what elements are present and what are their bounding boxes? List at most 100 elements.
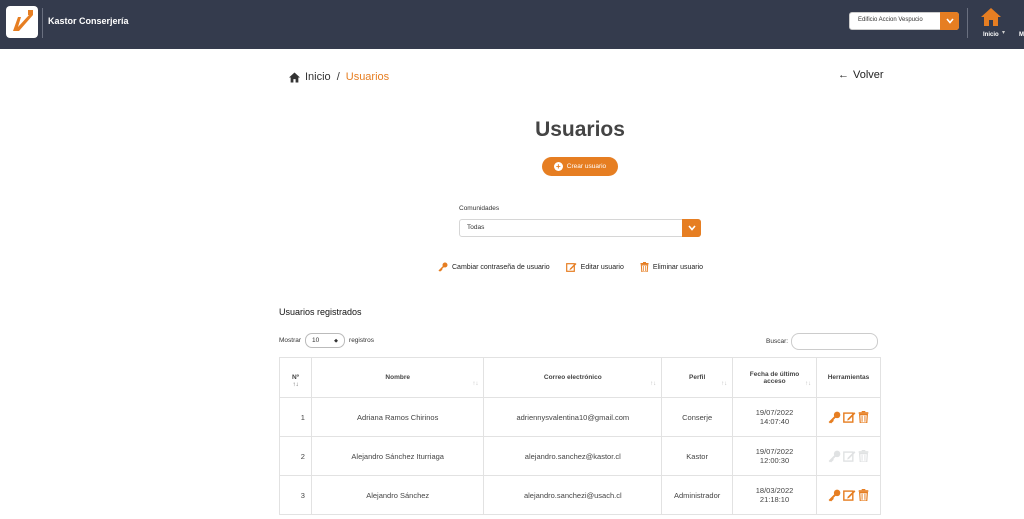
- col-header-last-access[interactable]: Fecha de último acceso ↑↓: [732, 357, 817, 398]
- cell-time: 21:18:10: [759, 495, 790, 504]
- page-length-control: Mostrar 10 ◆ registros: [279, 333, 374, 348]
- page-length-prefix: Mostrar: [279, 337, 302, 344]
- cell-tools: [815, 397, 882, 437]
- legend-change-password-label: Cambiar contraseña de usuario: [452, 263, 550, 271]
- top-navbar: Kastor Conserjería Edificio Accion Vespu…: [0, 0, 1024, 49]
- breadcrumb-current: Usuarios: [345, 71, 390, 83]
- trash-icon[interactable]: [858, 450, 869, 462]
- search-control: Buscar:: [766, 333, 879, 350]
- table-header-row: Nº ↑↓ Nombre ↑↓ Correo electrónico ↑↓ Perfi…: [279, 357, 882, 398]
- trash-icon: [640, 262, 649, 272]
- breadcrumb-home[interactable]: Inicio: [305, 71, 331, 83]
- key-icon: [438, 262, 448, 272]
- plus-circle-icon: +: [553, 162, 563, 171]
- brand-name: Kastor Conserjería: [48, 16, 129, 26]
- cell-number: 3: [279, 475, 312, 515]
- sort-icon: ↑↓: [472, 381, 479, 387]
- nav-home-label: Inicio: [983, 32, 999, 38]
- legend-delete-label: Eliminar usuario: [652, 263, 704, 271]
- tools-legend: Cambiar contraseña de usuario Editar usu…: [438, 262, 703, 272]
- legend-edit-label: Editar usuario: [580, 263, 624, 271]
- updown-icon: ◆: [334, 337, 339, 344]
- chevron-down-icon: [687, 225, 696, 231]
- cell-time: 14:07:40: [759, 417, 790, 426]
- cell-last-access: 19/07/2022 14:07:40: [732, 397, 817, 437]
- back-link[interactable]: ← Volver: [838, 69, 884, 81]
- nav-next-label[interactable]: M: [1019, 32, 1024, 38]
- cell-name: Alejandro Sánchez Iturriaga: [310, 436, 485, 476]
- communities-select-toggle[interactable]: [682, 219, 701, 237]
- trash-icon[interactable]: [858, 411, 869, 423]
- cell-profile: Kastor: [661, 436, 734, 476]
- col-header-tools: Herramientas: [815, 357, 882, 398]
- sort-icon: ↑↓: [721, 381, 728, 387]
- section-title: Usuarios registrados: [279, 307, 362, 317]
- page-length-suffix: registros: [349, 337, 374, 344]
- breadcrumb-separator: /: [336, 71, 340, 83]
- col-header-name[interactable]: Nombre ↑↓: [310, 357, 485, 398]
- breadcrumb: Inicio / Usuarios: [288, 71, 389, 83]
- page-length-value: 10: [312, 337, 320, 344]
- arrow-left-icon: ←: [838, 69, 849, 81]
- cell-name: Alejandro Sánchez: [310, 475, 485, 515]
- communities-label: Comunidades: [459, 205, 500, 212]
- cell-date: 19/07/2022: [755, 408, 794, 417]
- sort-icon: ↑↓: [650, 381, 657, 387]
- brand-divider: [42, 8, 43, 38]
- edit-icon[interactable]: [843, 450, 856, 462]
- create-user-button[interactable]: + Crear usuario: [542, 157, 618, 176]
- home-icon[interactable]: [288, 72, 301, 83]
- cell-email: alejandro.sanchezi@usach.cl: [483, 475, 663, 515]
- cell-last-access: 18/03/2022 21:18:10: [732, 475, 817, 515]
- cell-email: adriennysvalentina10@gmail.com: [483, 397, 663, 437]
- edit-icon: [565, 263, 577, 272]
- nav-home[interactable]: Inicio ▾: [980, 7, 1006, 41]
- back-label: Volver: [853, 69, 884, 81]
- building-select-value: Edificio Accion Vespucio: [858, 17, 923, 23]
- create-user-label: Crear usuario: [566, 163, 607, 170]
- cell-tools: [815, 436, 882, 476]
- chevron-down-icon: [945, 18, 954, 24]
- legend-delete: Eliminar usuario: [640, 262, 703, 272]
- table-row: 1 Adriana Ramos Chirinos adriennysvalent…: [279, 397, 882, 437]
- page-length-select[interactable]: 10 ◆: [305, 333, 346, 348]
- page-title: Usuarios: [535, 118, 625, 141]
- nav-divider: [967, 8, 968, 38]
- home-icon: [981, 8, 1001, 26]
- cell-profile: Administrador: [661, 475, 734, 515]
- key-icon[interactable]: [828, 411, 841, 424]
- trash-icon[interactable]: [858, 489, 869, 501]
- sort-icon: ↑↓: [804, 381, 811, 387]
- legend-edit: Editar usuario: [565, 262, 624, 272]
- cell-profile: Conserje: [661, 397, 734, 437]
- cell-date: 18/03/2022: [755, 486, 794, 495]
- cell-tools: [815, 475, 882, 515]
- col-header-profile[interactable]: Perfil ↑↓: [661, 357, 734, 398]
- key-icon[interactable]: [828, 489, 841, 502]
- cell-email: alejandro.sanchez@kastor.cl: [483, 436, 663, 476]
- cell-name: Adriana Ramos Chirinos: [310, 397, 485, 437]
- cell-date: 19/07/2022: [755, 447, 794, 456]
- kastor-logo[interactable]: [6, 6, 38, 38]
- communities-select[interactable]: Todas: [459, 219, 701, 237]
- col-header-email[interactable]: Correo electrónico ↑↓: [483, 357, 663, 398]
- cell-time: 12:00:30: [759, 456, 790, 465]
- cell-number: 1: [279, 397, 312, 437]
- chevron-down-icon: ▾: [1002, 30, 1006, 36]
- edit-icon[interactable]: [843, 411, 856, 423]
- sort-asc-icon: ↑↓: [292, 382, 299, 388]
- cell-last-access: 19/07/2022 12:00:30: [732, 436, 817, 476]
- building-select[interactable]: Edificio Accion Vespucio: [849, 12, 959, 30]
- table-row: 3 Alejandro Sánchez alejandro.sanchezi@u…: [279, 475, 882, 515]
- legend-change-password: Cambiar contraseña de usuario: [438, 262, 550, 272]
- search-input[interactable]: [791, 333, 879, 350]
- table-row: 2 Alejandro Sánchez Iturriaga alejandro.…: [279, 436, 882, 476]
- communities-select-value: Todas: [467, 224, 485, 231]
- key-icon[interactable]: [828, 450, 841, 463]
- cell-number: 2: [279, 436, 312, 476]
- building-select-toggle[interactable]: [940, 12, 959, 30]
- col-header-number[interactable]: Nº ↑↓: [279, 357, 312, 398]
- search-label: Buscar:: [766, 338, 789, 345]
- edit-icon[interactable]: [843, 489, 856, 501]
- users-table: Nº ↑↓ Nombre ↑↓ Correo electrónico ↑↓ Perfi…: [279, 357, 882, 515]
